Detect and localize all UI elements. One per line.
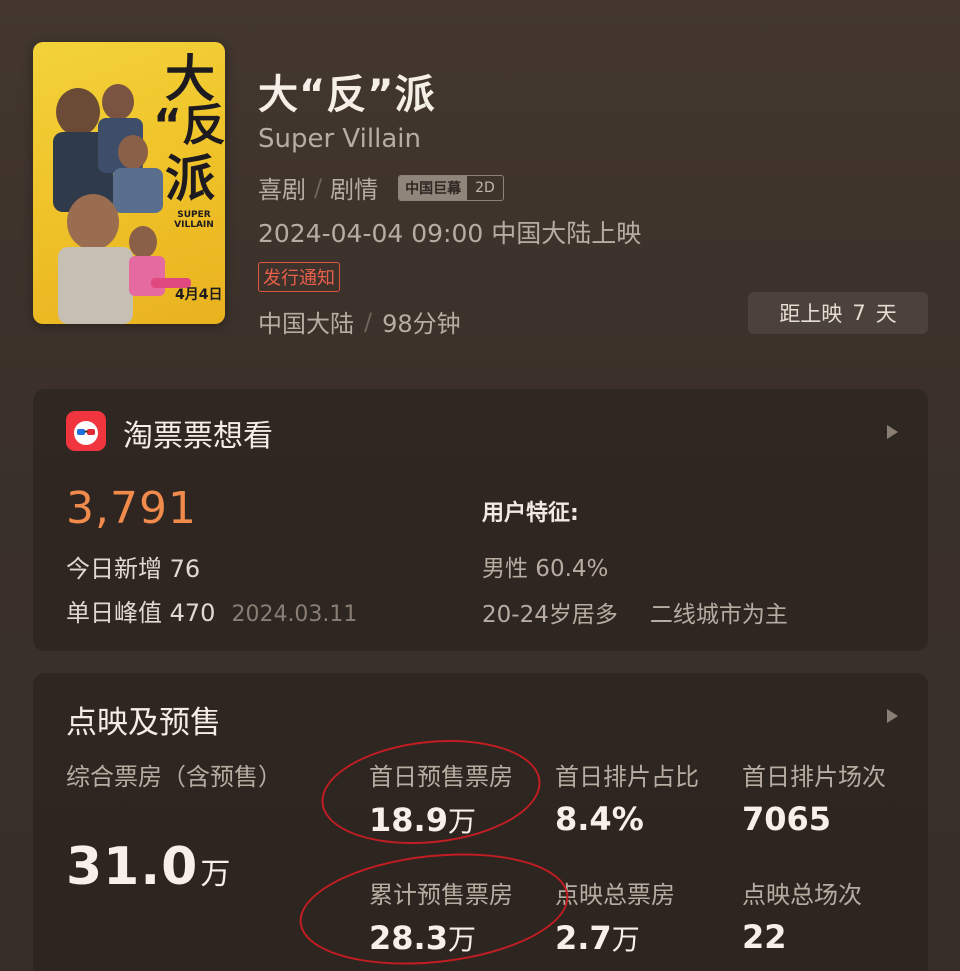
poster-date: 4月4日: [175, 287, 223, 303]
2d-badge: 2D: [475, 179, 495, 196]
presale-title: 点映及预售: [66, 705, 221, 741]
poster-title-1: 大: [165, 50, 215, 108]
stat-label: 点映总票房: [555, 881, 675, 909]
movie-header: 大 “反” 派 SUPER VILLAIN 4月4日 大“反”派 Super V…: [0, 0, 960, 370]
today-new-label: 今日新增: [66, 555, 162, 583]
movie-english-title: Super Villain: [258, 124, 421, 154]
user-demographics: 20-24岁居多 二线城市为主: [482, 595, 788, 629]
stat-label: 首日排片占比: [555, 763, 699, 791]
countdown-prefix: 距上映: [779, 302, 843, 326]
stat-value: 8.4%: [555, 800, 644, 838]
release-countdown: 距上映 7 天: [748, 292, 928, 334]
annotation-circle: [294, 841, 574, 971]
genre-row: 喜剧 / 剧情 中国巨幕 2D: [258, 170, 504, 205]
movie-title: 大“反”派: [258, 72, 436, 118]
user-age: 20-24岁居多: [482, 602, 618, 628]
genre-tag: 喜剧: [258, 176, 306, 204]
today-new: 今日新增 76: [66, 549, 200, 584]
stat-value: 22: [742, 918, 787, 956]
daily-peak-label: 单日峰值: [66, 599, 162, 627]
combined-box-office-unit: 万: [200, 857, 231, 892]
release-info: 2024-04-04 09:00 中国大陆上映: [258, 219, 642, 248]
release-notice-button[interactable]: 发行通知: [258, 262, 340, 292]
format-badge: 中国巨幕 2D: [398, 174, 504, 201]
region: 中国大陆: [258, 310, 354, 338]
user-features-title: 用户特征:: [482, 501, 579, 526]
today-new-value: 76: [169, 555, 201, 583]
first-day-screenings: 首日排片场次 7065: [742, 757, 886, 838]
chevron-right-icon[interactable]: [887, 709, 898, 723]
preview-box-office: 点映总票房 2.7万: [555, 875, 675, 958]
user-city-tier: 二线城市为主: [649, 602, 788, 628]
want-to-see-card[interactable]: 淘票票想看 3,791 今日新增 76 单日峰值 470 2024.03.11 …: [33, 389, 928, 651]
movie-poster[interactable]: 大 “反” 派 SUPER VILLAIN 4月4日: [33, 42, 225, 324]
meta-row: 中国大陆 / 98分钟: [258, 304, 461, 339]
taopiaopiao-logo-icon: [66, 411, 106, 451]
combined-box-office-value: 31.0: [66, 837, 199, 897]
countdown-suffix: 天: [875, 302, 897, 326]
daily-peak-value: 470: [169, 599, 216, 627]
separator: /: [364, 307, 373, 336]
want-to-see-count: 3,791: [66, 483, 197, 534]
first-day-screening-share: 首日排片占比 8.4%: [555, 757, 699, 838]
poster-title-2: “反”: [153, 100, 225, 151]
separator: /: [314, 173, 323, 202]
presale-card[interactable]: 点映及预售 综合票房（含预售） 31.0 万 首日预售票房 18.9万 首日排片…: [33, 673, 928, 971]
daily-peak-date: 2024.03.11: [231, 602, 358, 627]
preview-screenings: 点映总场次 22: [742, 875, 862, 956]
stat-label: 首日排片场次: [742, 763, 886, 791]
want-to-see-title: 淘票票想看: [123, 419, 273, 454]
daily-peak: 单日峰值 470 2024.03.11: [66, 593, 357, 628]
combined-box-office-label: 综合票房（含预售）: [66, 763, 282, 791]
combined-box-office: 31.0 万: [66, 837, 230, 897]
cgs-badge: 中国巨幕: [399, 175, 468, 200]
stat-label: 点映总场次: [742, 881, 862, 909]
chevron-right-icon[interactable]: [887, 425, 898, 439]
duration: 98分钟: [382, 310, 461, 338]
countdown-days: 7: [852, 301, 866, 325]
poster-en-title: SUPER VILLAIN: [174, 210, 214, 230]
stat-value: 7065: [742, 800, 832, 838]
poster-title-3: 派: [165, 150, 215, 208]
user-gender: 男性 60.4%: [482, 556, 609, 582]
genre-tag: 剧情: [330, 176, 379, 204]
stat-value: 2.7万: [555, 919, 640, 957]
